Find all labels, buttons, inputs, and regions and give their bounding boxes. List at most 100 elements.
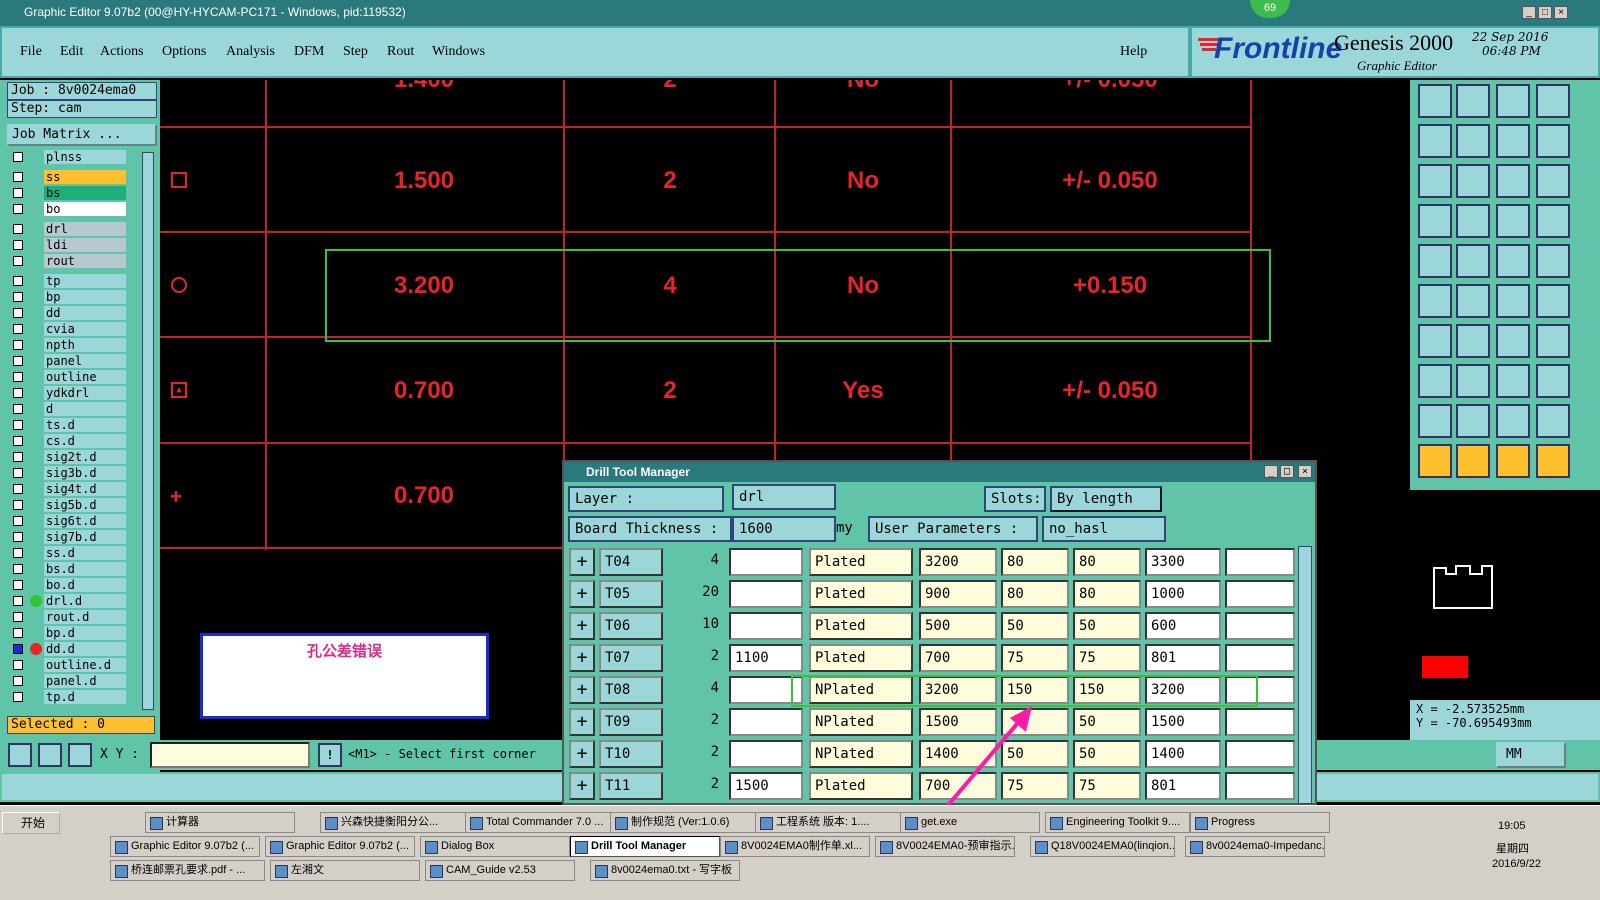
- arrow-tri-icon[interactable]: [1496, 404, 1530, 438]
- move-down-icon[interactable]: [1456, 84, 1490, 118]
- tol-minus-field[interactable]: 75: [1073, 644, 1141, 672]
- layer-name[interactable]: panel.d: [44, 674, 126, 688]
- tool-type-select[interactable]: Plated: [809, 548, 913, 576]
- menu-edit[interactable]: Edit: [60, 44, 83, 60]
- layer-name[interactable]: d: [44, 402, 126, 416]
- target-icon[interactable]: [1418, 364, 1452, 398]
- layer-row[interactable]: ss: [10, 170, 126, 184]
- taskbar-item[interactable]: get.exe: [900, 812, 1040, 833]
- split-icon[interactable]: [1536, 324, 1570, 358]
- layer-row[interactable]: sig5b.d: [10, 498, 126, 512]
- pointer4-icon[interactable]: [1536, 444, 1570, 478]
- layer-row[interactable]: panel: [10, 354, 126, 368]
- dialog-close-button[interactable]: ×: [1298, 465, 1312, 478]
- layer-name[interactable]: dd.d: [44, 642, 126, 656]
- taskbar-item[interactable]: 8v0024ema0.txt - 写字板: [590, 860, 740, 881]
- layer-row[interactable]: drl: [10, 222, 126, 236]
- dialog-minimize-button[interactable]: _: [1264, 465, 1278, 478]
- menu-options[interactable]: Options: [162, 44, 206, 60]
- layer-name[interactable]: sig3b.d: [44, 466, 126, 480]
- layer-name[interactable]: sig7b.d: [44, 530, 126, 544]
- menu-file[interactable]: File: [20, 44, 42, 60]
- tool-type-select[interactable]: Plated: [809, 772, 913, 800]
- layer-checkbox[interactable]: [13, 404, 23, 414]
- drill-size-field[interactable]: 801: [1145, 644, 1221, 672]
- expand-button[interactable]: +: [569, 644, 595, 672]
- tol-plus-field[interactable]: 80: [1001, 580, 1069, 608]
- layer-checkbox[interactable]: [13, 356, 23, 366]
- measure-icon[interactable]: [38, 743, 62, 767]
- expand-button[interactable]: +: [569, 612, 595, 640]
- finish-size-field[interactable]: 3200: [919, 548, 997, 576]
- layer-checkbox[interactable]: [13, 468, 23, 478]
- taskbar-item[interactable]: 工程系统 版本: 1....: [755, 812, 905, 833]
- finish-size-field[interactable]: 900: [919, 580, 997, 608]
- layer-checkbox[interactable]: [13, 436, 23, 446]
- drill-size-field[interactable]: 1400: [1145, 740, 1221, 768]
- triangle3-icon[interactable]: [1536, 404, 1570, 438]
- layer-name[interactable]: ss.d: [44, 546, 126, 560]
- drill-size-field[interactable]: 1000: [1145, 580, 1221, 608]
- layer-name[interactable]: bo: [44, 202, 126, 216]
- tool-table-scrollbar[interactable]: [1298, 546, 1312, 804]
- tool-type-select[interactable]: NPlated: [809, 740, 913, 768]
- layer-scrollbar[interactable]: [142, 152, 154, 710]
- draw-line-icon[interactable]: [1456, 324, 1490, 358]
- layer-row[interactable]: tp.d: [10, 690, 126, 704]
- taskbar-item[interactable]: Dialog Box: [420, 836, 570, 857]
- layer-name[interactable]: sig2t.d: [44, 450, 126, 464]
- tool-type-select[interactable]: Plated: [809, 644, 913, 672]
- layer-row[interactable]: bp.d: [10, 626, 126, 640]
- extra-field[interactable]: [1225, 740, 1295, 768]
- layer-checkbox[interactable]: [13, 292, 23, 302]
- arrow-line-icon[interactable]: [1536, 284, 1570, 318]
- tool-size-field[interactable]: [729, 580, 803, 608]
- tool-size-field[interactable]: [729, 740, 803, 768]
- layer-checkbox[interactable]: [13, 256, 23, 266]
- taskbar-item[interactable]: Drill Tool Manager: [570, 836, 720, 857]
- layer-row[interactable]: rout: [10, 254, 126, 268]
- net-icon[interactable]: [1496, 204, 1530, 238]
- angle-icon[interactable]: [1418, 324, 1452, 358]
- layer-checkbox[interactable]: [13, 516, 23, 526]
- connect-icon[interactable]: [1418, 284, 1452, 318]
- tool-type-select[interactable]: Plated: [809, 612, 913, 640]
- layer-checkbox[interactable]: [13, 676, 23, 686]
- layer-row[interactable]: sig7b.d: [10, 530, 126, 544]
- dot-icon[interactable]: [1536, 244, 1570, 278]
- triangle2-icon[interactable]: [1456, 404, 1490, 438]
- layer-checkbox[interactable]: [13, 452, 23, 462]
- layer-name[interactable]: ydkdrl: [44, 386, 126, 400]
- layer-name[interactable]: bs: [44, 186, 126, 200]
- layer-name[interactable]: ss: [44, 170, 126, 184]
- layer-row[interactable]: ss.d: [10, 546, 126, 560]
- layer-checkbox[interactable]: [13, 388, 23, 398]
- layer-name[interactable]: npth: [44, 338, 126, 352]
- layer-name[interactable]: sig6t.d: [44, 514, 126, 528]
- layer-checkbox[interactable]: [13, 644, 23, 654]
- tool-size-field[interactable]: 1100: [729, 644, 803, 672]
- layer-checkbox[interactable]: [13, 420, 23, 430]
- menu-actions[interactable]: Actions: [100, 44, 144, 60]
- taskbar-item[interactable]: 计算器: [145, 812, 295, 833]
- layer-row[interactable]: npth: [10, 338, 126, 352]
- layer-checkbox[interactable]: [13, 204, 23, 214]
- tol-minus-field[interactable]: 80: [1073, 580, 1141, 608]
- extra-field[interactable]: [1225, 612, 1295, 640]
- layer-name[interactable]: ldi: [44, 238, 126, 252]
- layer-name[interactable]: sig4t.d: [44, 482, 126, 496]
- tool-type-select[interactable]: NPlated: [809, 708, 913, 736]
- layer-checkbox[interactable]: [13, 152, 23, 162]
- layer-checkbox[interactable]: [13, 188, 23, 198]
- layer-name[interactable]: outline.d: [44, 658, 126, 672]
- drill-size-field[interactable]: 3300: [1145, 548, 1221, 576]
- layer-checkbox[interactable]: [13, 580, 23, 590]
- line-icon[interactable]: [1496, 284, 1530, 318]
- tol-minus-field[interactable]: 50: [1073, 612, 1141, 640]
- layer-checkbox[interactable]: [13, 548, 23, 558]
- tool-type-select[interactable]: Plated: [809, 580, 913, 608]
- layer-row[interactable]: cs.d: [10, 434, 126, 448]
- maximize-button[interactable]: □: [1538, 6, 1552, 19]
- menu-analysis[interactable]: Analysis: [226, 44, 275, 60]
- ruler-icon[interactable]: [1496, 244, 1530, 278]
